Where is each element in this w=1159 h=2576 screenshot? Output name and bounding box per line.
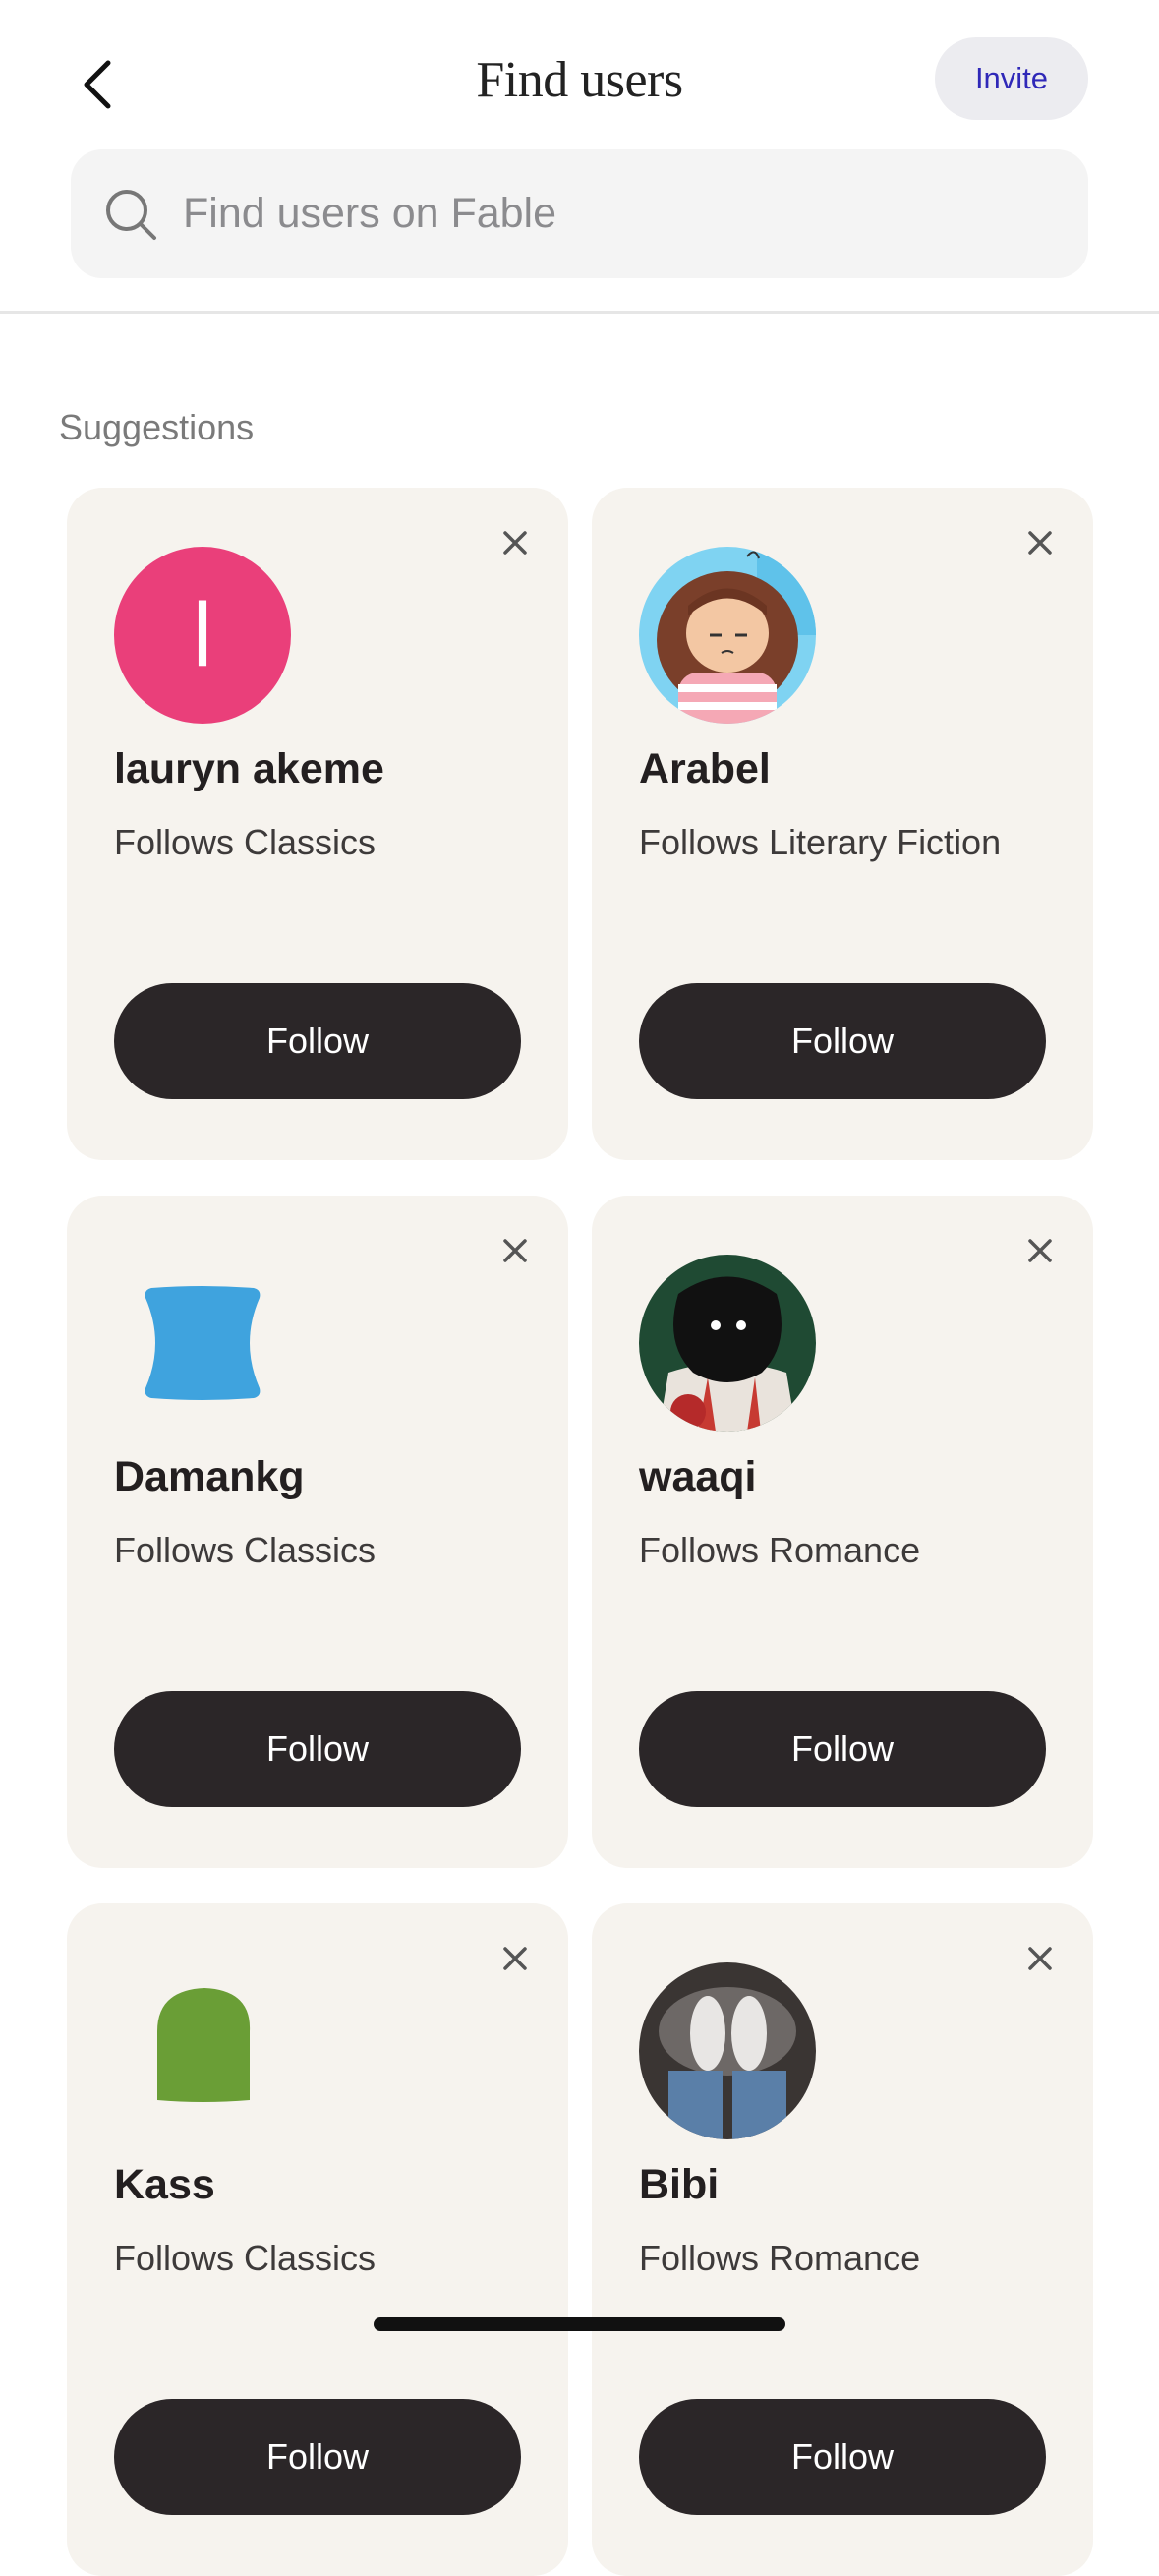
user-name: Damankg <box>114 1453 305 1500</box>
user-subtitle: Follows Romance <box>639 1530 921 1570</box>
avatar <box>639 1962 816 2139</box>
suggestion-card: Bibi Follows Romance Follow <box>592 1903 1093 2576</box>
avatar <box>114 1255 291 1432</box>
user-subtitle: Follows Classics <box>114 1530 377 1570</box>
close-icon[interactable] <box>495 1231 535 1270</box>
avatar: l <box>114 547 291 724</box>
follow-button[interactable]: Follow <box>639 1691 1046 1807</box>
user-name: waaqi <box>639 1453 757 1500</box>
section-label: Suggestions <box>59 407 255 447</box>
close-icon[interactable] <box>1020 523 1060 562</box>
suggestion-card: Arabel Follows Literary Fiction Follow <box>592 488 1093 1160</box>
bowtie-shape-avatar-icon <box>145 1286 261 1400</box>
header-divider <box>0 311 1159 314</box>
follow-button[interactable]: Follow <box>114 1691 521 1807</box>
follow-button[interactable]: Follow <box>639 2399 1046 2515</box>
suggestion-card: Kass Follows Classics Follow <box>67 1903 568 2576</box>
home-indicator[interactable] <box>374 2317 785 2331</box>
user-subtitle: Follows Classics <box>114 822 377 862</box>
user-subtitle: Follows Literary Fiction <box>639 822 1002 862</box>
avatar <box>114 1962 291 2139</box>
header: Find users Invite <box>0 0 1159 315</box>
search-bar[interactable] <box>71 149 1088 278</box>
close-icon[interactable] <box>1020 1231 1060 1270</box>
follow-button[interactable]: Follow <box>639 983 1046 1099</box>
suggestion-card: Damankg Follows Classics Follow <box>67 1196 568 1868</box>
user-subtitle: Follows Romance <box>639 2238 921 2278</box>
sneakers-photo-avatar-icon <box>639 1962 816 2139</box>
cartoon-girl-avatar-icon <box>639 547 816 724</box>
anime-character-avatar-icon <box>639 1255 816 1432</box>
user-name: Kass <box>114 2161 215 2208</box>
user-subtitle: Follows Classics <box>114 2238 377 2278</box>
avatar-initial: l <box>192 584 213 685</box>
follow-button[interactable]: Follow <box>114 2399 521 2515</box>
close-icon[interactable] <box>495 1939 535 1978</box>
suggestion-card: waaqi Follows Romance Follow <box>592 1196 1093 1868</box>
avatar <box>639 1255 816 1432</box>
invite-button[interactable]: Invite <box>935 37 1088 120</box>
follow-button[interactable]: Follow <box>114 983 521 1099</box>
user-name: Bibi <box>639 2161 720 2208</box>
search-icon <box>106 190 156 240</box>
dome-shape-avatar-icon <box>157 1988 251 2102</box>
user-name: Arabel <box>639 745 771 792</box>
close-icon[interactable] <box>1020 1939 1060 1978</box>
avatar <box>639 547 816 724</box>
search-input[interactable] <box>183 149 1048 278</box>
user-name: lauryn akeme <box>114 745 384 792</box>
close-icon[interactable] <box>495 523 535 562</box>
suggestion-card: l lauryn akeme Follows Classics Follow <box>67 488 568 1160</box>
